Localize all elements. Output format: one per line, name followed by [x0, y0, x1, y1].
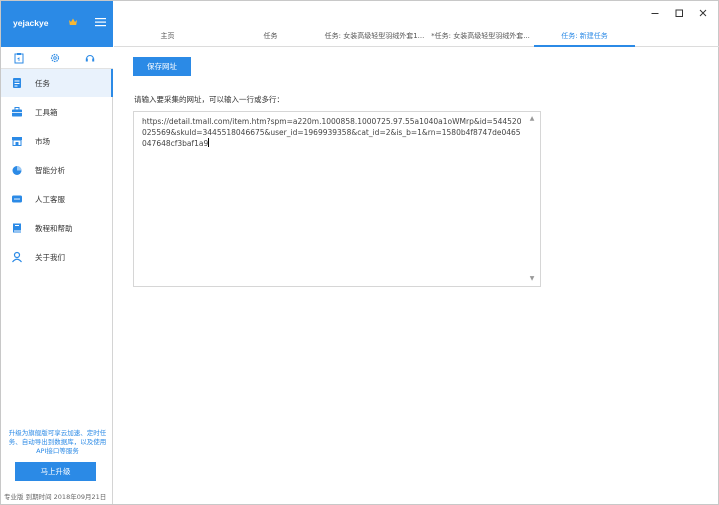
chat-icon — [11, 193, 23, 205]
text-cursor — [208, 138, 210, 147]
sidebar: yejackye 任务 工具箱 市场 智能分析 人工客服 教程和帮助 关于我们 … — [1, 1, 113, 504]
quick-bar — [1, 47, 113, 69]
username: yejackye — [13, 18, 49, 28]
tab-bar: 主页 任务 任务: 女装高级轻型羽绒外套1... *任务: 女装高级轻型羽绒外套… — [114, 28, 719, 47]
scroll-down-icon[interactable]: ▼ — [528, 275, 536, 283]
store-icon — [11, 135, 23, 147]
sidebar-item-analytics[interactable]: 智能分析 — [1, 156, 113, 184]
edition-label: 专业版 — [4, 493, 24, 501]
pie-chart-icon — [11, 164, 23, 176]
headset-icon[interactable] — [84, 52, 96, 64]
sidebar-item-tasks[interactable]: 任务 — [1, 69, 113, 97]
url-textarea-value: https://detail.tmall.com/item.htm?spm=a2… — [142, 117, 522, 148]
sidebar-item-about[interactable]: 关于我们 — [1, 243, 113, 271]
sidebar-item-help[interactable]: 教程和帮助 — [1, 214, 113, 242]
minimize-icon[interactable] — [649, 7, 661, 19]
scroll-up-icon[interactable]: ▲ — [528, 115, 536, 123]
user-icon — [11, 251, 23, 263]
close-icon[interactable] — [697, 7, 709, 19]
tab-task-1[interactable]: 任务: 女装高级轻型羽绒外套1... — [324, 28, 425, 47]
license-info: 专业版 到期时间 2018年09月21日 — [4, 491, 106, 501]
sidebar-item-support[interactable]: 人工客服 — [1, 185, 113, 213]
url-prompt-label: 请输入要采集的网址，可以输入一行或多行： — [134, 95, 284, 104]
book-icon — [11, 222, 23, 234]
upgrade-button[interactable]: 马上升级 — [15, 462, 96, 481]
sidebar-item-label: 工具箱 — [35, 108, 58, 117]
tab-tasks[interactable]: 任务 — [220, 28, 321, 47]
sidebar-item-label: 教程和帮助 — [35, 224, 73, 233]
menu-icon[interactable] — [95, 17, 106, 27]
sidebar-item-label: 关于我们 — [35, 253, 65, 262]
sidebar-item-label: 市场 — [35, 137, 50, 146]
sidebar-item-label: 人工客服 — [35, 195, 65, 204]
gear-icon[interactable] — [49, 52, 61, 64]
expire-date: 2018年09月21日 — [53, 493, 107, 501]
sidebar-item-market[interactable]: 市场 — [1, 127, 113, 155]
save-url-button[interactable]: 保存网址 — [133, 57, 191, 76]
clipboard-icon[interactable] — [13, 52, 25, 64]
sidebar-item-toolbox[interactable]: 工具箱 — [1, 98, 113, 126]
url-textarea[interactable]: https://detail.tmall.com/item.htm?spm=a2… — [133, 111, 541, 287]
tab-new-task[interactable]: 任务: 新建任务 — [534, 28, 635, 47]
task-list-icon — [11, 77, 23, 89]
upgrade-promo-text: 升级为旗舰版可享云加速、定时任务、自动导出到数据库，以及使用API接口等服务 — [8, 429, 107, 455]
tab-home[interactable]: 主页 — [117, 28, 218, 47]
expire-label: 到期时间 — [25, 493, 52, 501]
sidebar-header: yejackye — [1, 1, 113, 47]
app-window: yejackye 任务 工具箱 市场 智能分析 人工客服 教程和帮助 关于我们 … — [0, 0, 719, 505]
sidebar-item-label: 智能分析 — [35, 166, 65, 175]
maximize-icon[interactable] — [673, 7, 685, 19]
tab-task-2[interactable]: *任务: 女装高级轻型羽绒外套... — [430, 28, 531, 47]
crown-icon[interactable] — [68, 17, 78, 27]
sidebar-item-label: 任务 — [35, 79, 50, 88]
toolbox-icon — [11, 106, 23, 118]
